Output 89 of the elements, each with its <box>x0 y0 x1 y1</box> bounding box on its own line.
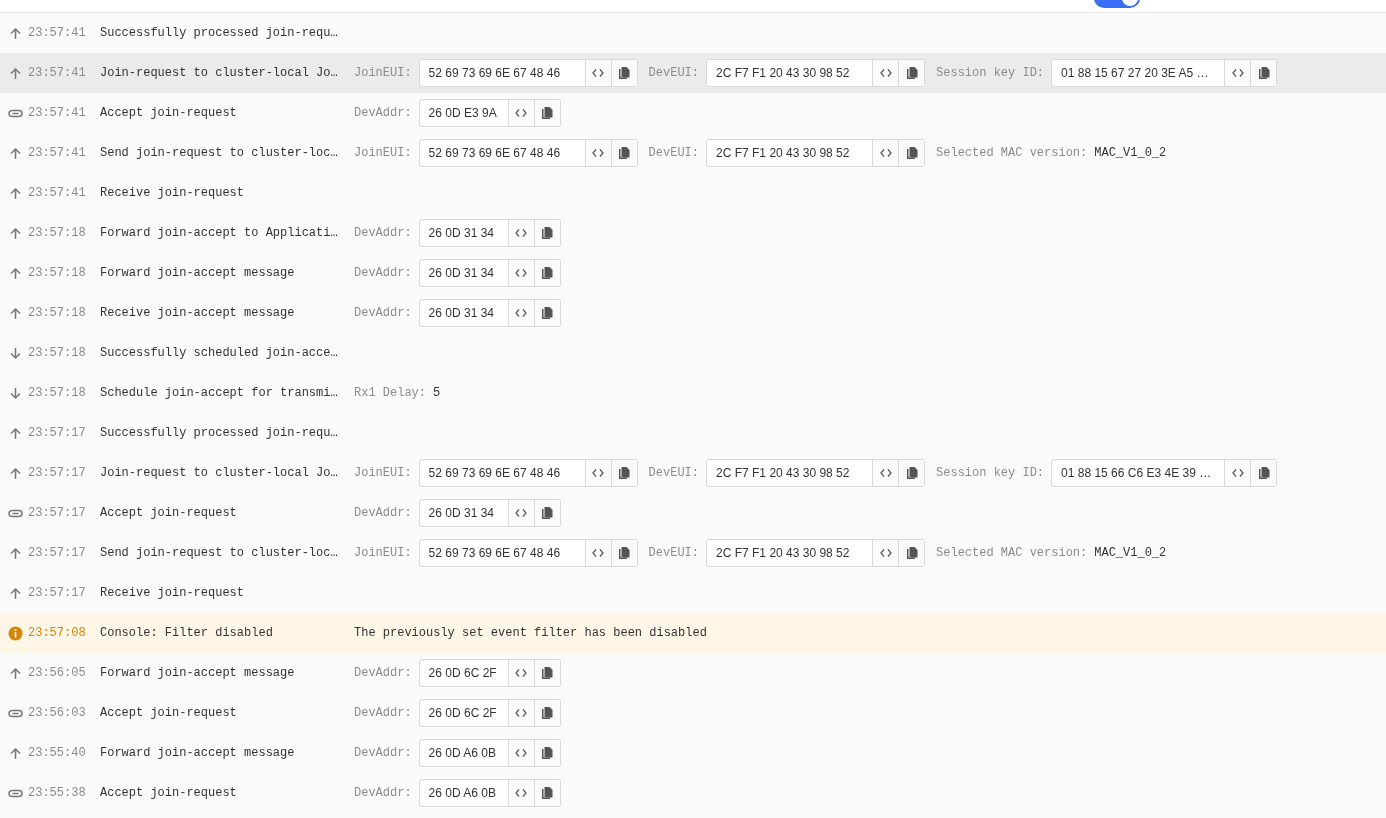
arrow-up-icon <box>8 305 23 321</box>
event-title: Forward join-accept message <box>100 266 296 280</box>
event-title: Accept join-request <box>100 706 238 720</box>
field-label: DevAddr: <box>354 306 412 320</box>
arrow-up-icon <box>8 145 23 161</box>
info-icon <box>8 625 23 641</box>
event-time: 23:57:18 <box>28 386 87 400</box>
event-time: 23:57:18 <box>28 306 87 320</box>
event-title: Send join-request to cluster-loc… <box>100 146 339 160</box>
event-time: 23:56:05 <box>28 666 87 680</box>
event-title: Receive join-request <box>100 586 246 600</box>
event-title: Accept join-request <box>100 786 238 800</box>
event-title: Successfully scheduled join-acce… <box>100 346 339 360</box>
event-row[interactable]: 23:57:18 Schedule join-accept for transmi… Rx1 Delay: 5 <box>0 373 1386 413</box>
event-title: Accept join-request <box>100 506 238 520</box>
event-row[interactable]: 23:57:17 Receive join-request <box>0 573 1386 613</box>
arrow-up-icon <box>8 665 23 681</box>
field-label: DevAddr: <box>354 506 412 520</box>
field-label: DevAddr: <box>354 746 412 760</box>
arrow-down-icon <box>8 345 23 361</box>
field-label: DevAddr: <box>354 266 412 280</box>
event-title: Forward join-accept message <box>100 666 296 680</box>
field-label: JoinEUI: <box>354 66 412 80</box>
event-message: The previously set event filter has been disabled <box>354 626 707 640</box>
event-time: 23:57:41 <box>28 26 87 40</box>
event-title: Console: Filter disabled <box>100 626 274 640</box>
arrow-down-icon <box>8 385 23 401</box>
event-title: Successfully processed join-requ… <box>100 426 339 440</box>
event-row[interactable]: 23:57:41 Successfully processed join-requ… <box>0 13 1386 53</box>
field-label: DevEUI: <box>648 66 700 80</box>
field-label: DevEUI: <box>648 466 700 480</box>
event-time: 23:57:17 <box>28 466 87 480</box>
event-time: 23:57:41 <box>28 186 87 200</box>
event-time: 23:57:18 <box>28 266 87 280</box>
field-label: JoinEUI: <box>354 546 412 560</box>
arrow-up-icon <box>8 65 23 81</box>
event-row[interactable]: 23:57:41 Receive join-request <box>0 173 1386 213</box>
event-time: 23:57:18 <box>28 346 87 360</box>
event-title: Schedule join-accept for transmi… <box>100 386 339 400</box>
event-time: 23:57:17 <box>28 586 87 600</box>
field-label: JoinEUI: <box>354 466 412 480</box>
arrow-up-icon <box>8 745 23 761</box>
event-time: 23:57:17 <box>28 506 87 520</box>
event-time: 23:55:40 <box>28 746 87 760</box>
event-row[interactable]: 23:57:18 Successfully scheduled join-acce… <box>0 333 1386 373</box>
event-time: 23:55:38 <box>28 786 87 800</box>
event-title: Successfully processed join-requ… <box>100 26 339 40</box>
arrow-up-icon <box>8 265 23 281</box>
event-time: 23:57:18 <box>28 226 87 240</box>
field-label: DevAddr: <box>354 706 412 720</box>
field-value: MAC_V1_0_2 <box>1094 546 1167 560</box>
arrow-up-icon <box>8 585 23 601</box>
event-row[interactable]: 23:57:08 Console: Filter disabled The previously set event filter has been disabled <box>0 613 1386 653</box>
field-label: DevAddr: <box>354 106 412 120</box>
arrow-up-icon <box>8 185 23 201</box>
field-label: JoinEUI: <box>354 146 412 160</box>
event-time: 23:57:41 <box>28 146 87 160</box>
field-label: DevEUI: <box>648 146 700 160</box>
event-title: Join-request to cluster-local Jo… <box>100 66 339 80</box>
field-label: DevAddr: <box>354 786 412 800</box>
arrow-up-icon <box>8 425 23 441</box>
field-label: DevEUI: <box>648 546 700 560</box>
field-label: DevAddr: <box>354 666 412 680</box>
field-value: 5 <box>433 386 441 400</box>
event-title: Join-request to cluster-local Jo… <box>100 466 339 480</box>
field-label: Session key ID: <box>936 466 1045 480</box>
event-title: Send join-request to cluster-loc… <box>100 546 339 560</box>
event-title: Forward join-accept to Applicati… <box>100 226 339 240</box>
event-title: Forward join-accept message <box>100 746 296 760</box>
arrow-up-icon <box>8 225 23 241</box>
event-time: 23:57:08 <box>28 626 87 640</box>
event-time: 23:56:03 <box>28 706 87 720</box>
field-label: Session key ID: <box>936 66 1045 80</box>
event-row[interactable]: 23:57:17 Successfully processed join-requ… <box>0 413 1386 453</box>
arrow-up-icon <box>8 545 23 561</box>
event-time: 23:57:41 <box>28 66 87 80</box>
event-time: 23:57:17 <box>28 546 87 560</box>
field-value: MAC_V1_0_2 <box>1094 146 1167 160</box>
field-label: Selected MAC version: <box>936 146 1088 160</box>
arrow-up-icon <box>8 25 23 41</box>
field-label: DevAddr: <box>354 226 412 240</box>
event-time: 23:57:41 <box>28 106 87 120</box>
arrow-up-icon <box>8 465 23 481</box>
event-title: Receive join-request <box>100 186 246 200</box>
field-label: Rx1 Delay: <box>354 386 426 400</box>
event-time: 23:57:17 <box>28 426 87 440</box>
event-title: Accept join-request <box>100 106 238 120</box>
field-label: Selected MAC version: <box>936 546 1088 560</box>
event-title: Receive join-accept message <box>100 306 296 320</box>
